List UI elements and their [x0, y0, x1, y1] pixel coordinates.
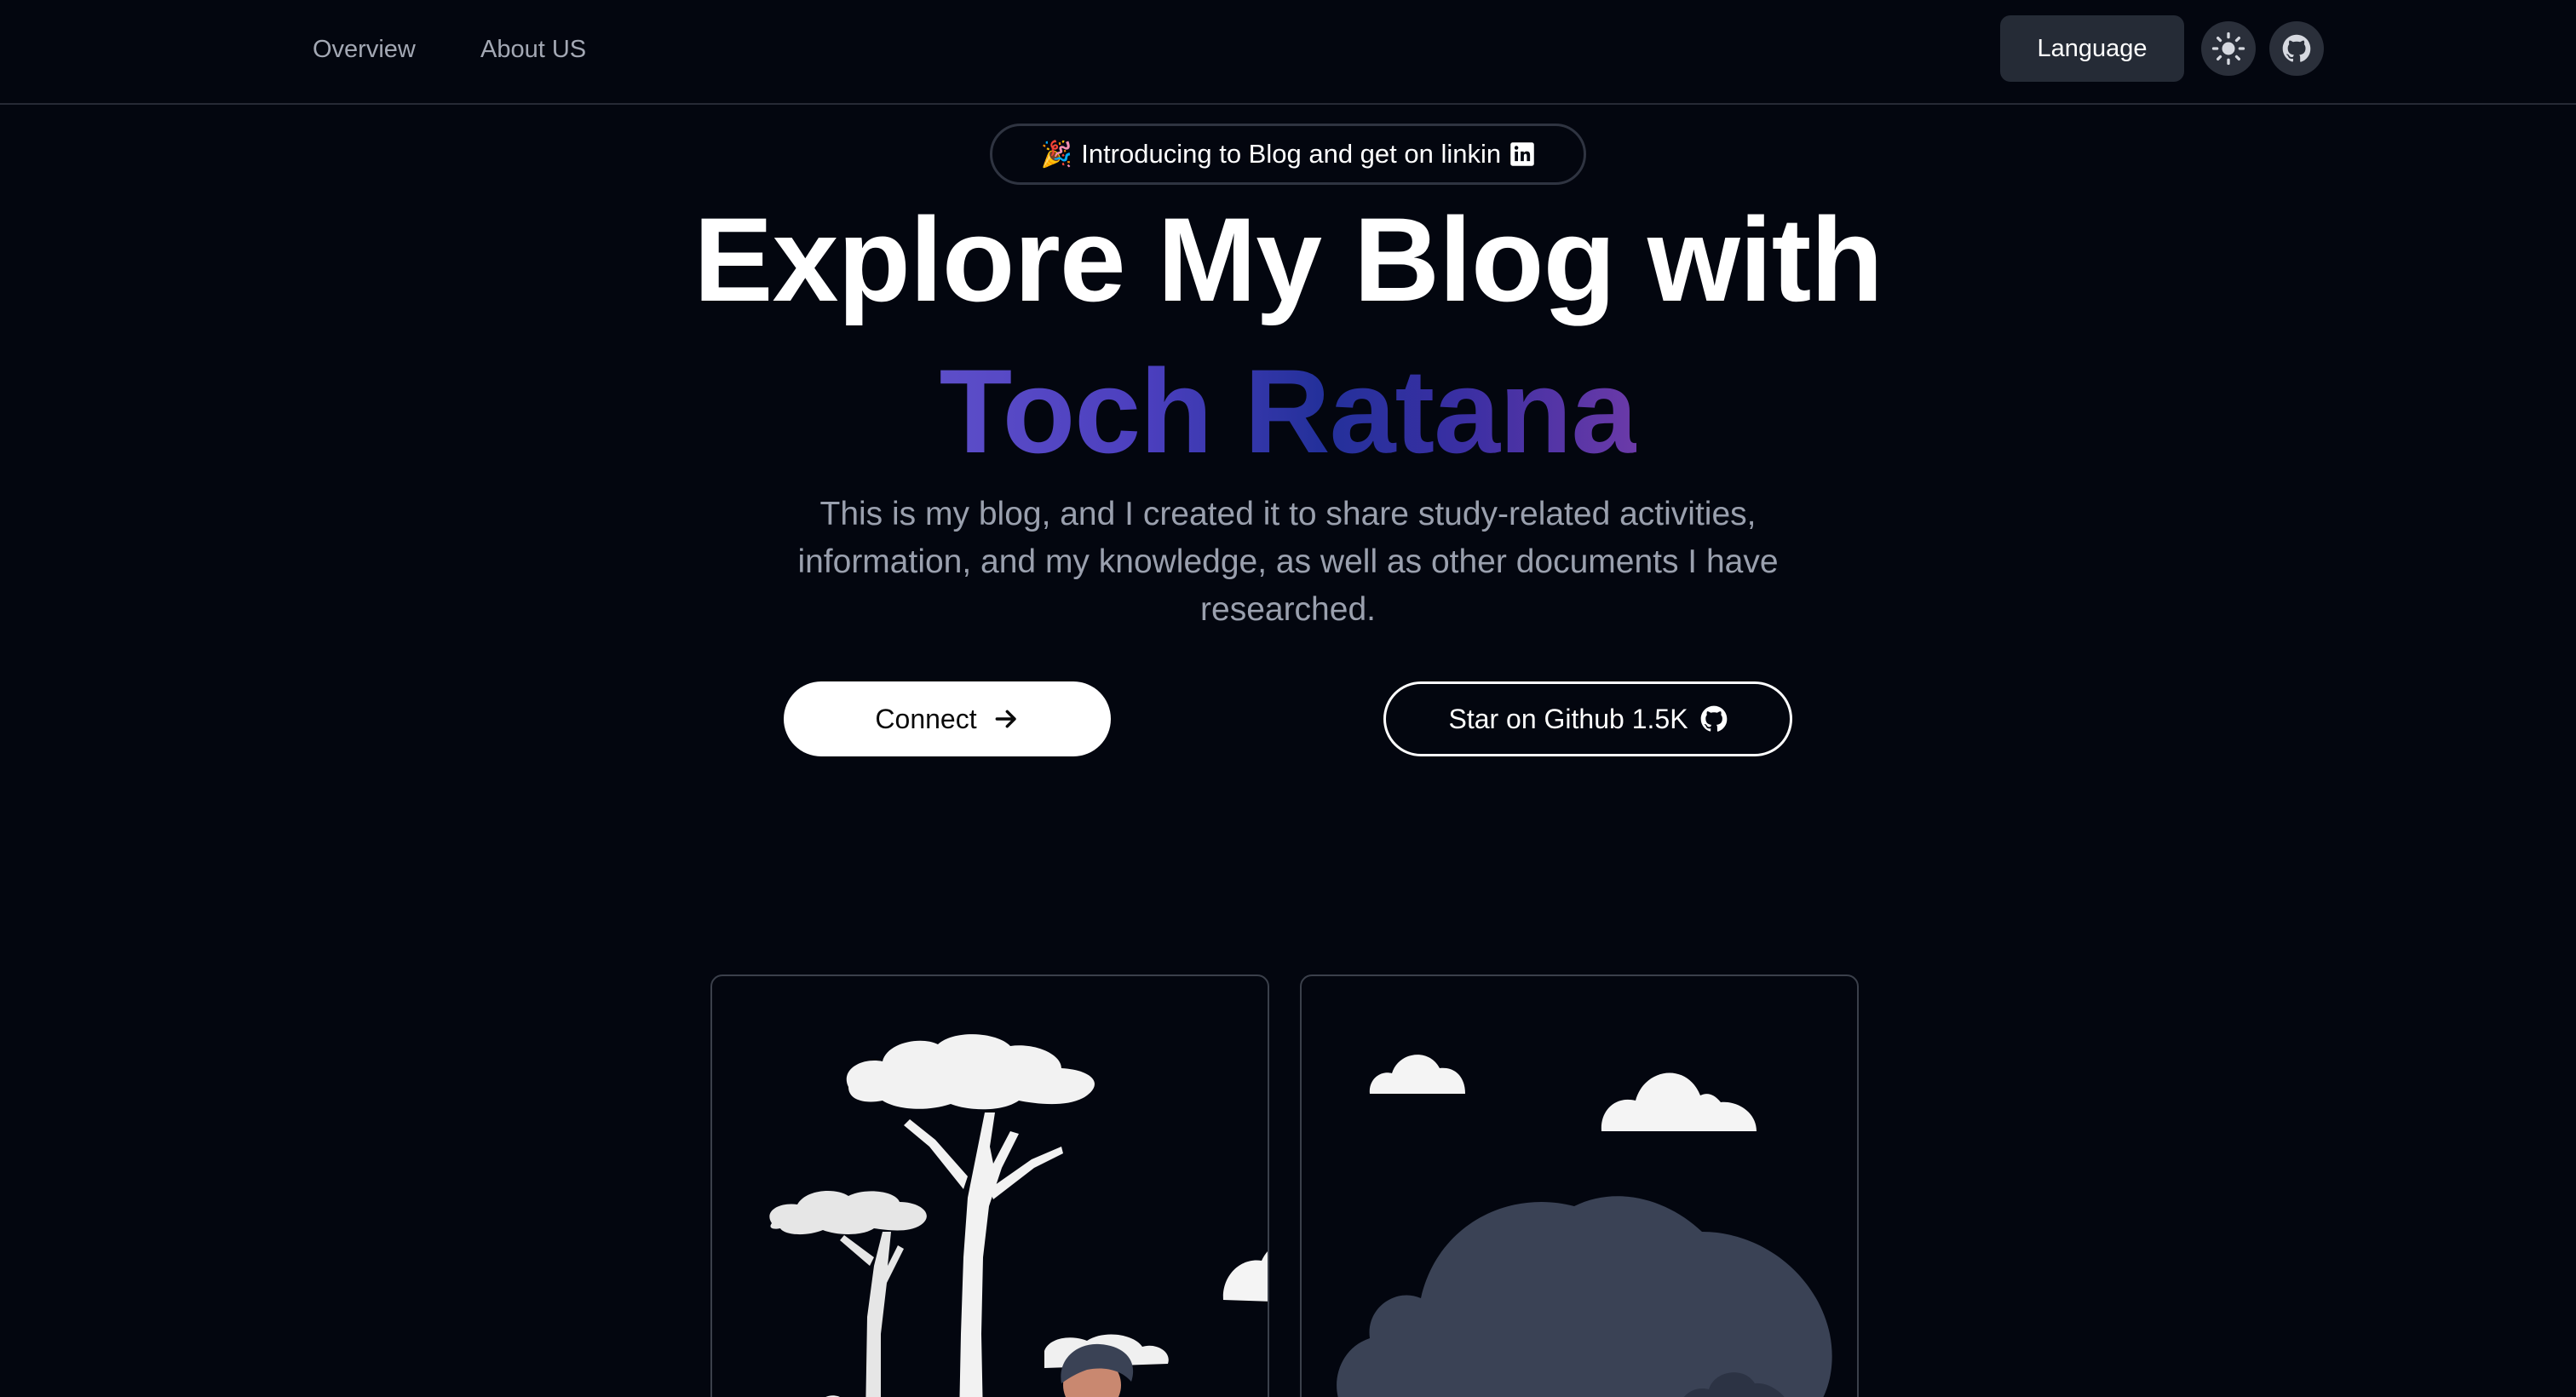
github-link-button[interactable]	[2269, 21, 2324, 76]
language-button[interactable]: Language	[2000, 15, 2184, 82]
theme-toggle-button[interactable]	[2201, 21, 2256, 76]
github-icon	[2282, 34, 2311, 62]
trees-illustration	[769, 1034, 1268, 1397]
connect-button-label: Connect	[875, 703, 977, 734]
illustration-card-clouds	[1300, 974, 1859, 1397]
tree-small	[769, 1191, 927, 1397]
star-button-label: Star on Github 1.5K	[1448, 703, 1688, 734]
hero-description: This is my blog, and I created it to sha…	[797, 496, 1779, 628]
star-on-github-button[interactable]: Star on Github 1.5K	[1383, 681, 1792, 756]
page: Overview About US Language 🎉 Introducing…	[0, 0, 2576, 1397]
hero-name-gradient-text: Toch Ratana	[939, 344, 1638, 478]
illustration-card-trees	[710, 974, 1269, 1397]
sun-icon	[2211, 32, 2245, 66]
cloud-dark-large	[1337, 1196, 1832, 1397]
hero-title-name: Toch Ratana	[0, 348, 2576, 475]
tree-canopy	[846, 1034, 1095, 1397]
nav-link-overview[interactable]: Overview	[313, 32, 416, 66]
cloud-white-large	[1601, 1072, 1757, 1131]
linkedin-icon	[1510, 142, 1534, 166]
announcement-badge[interactable]: 🎉 Introducing to Blog and get on linkin	[990, 124, 1586, 185]
party-emoji: 🎉	[1040, 140, 1073, 169]
hero-title: Explore My Blog with	[693, 193, 1883, 326]
announcement-text: Introducing to Blog and get on linkin	[1081, 139, 1502, 169]
cloud	[1222, 1251, 1268, 1302]
person-figure	[1044, 1334, 1169, 1397]
cloud-dark-small	[1683, 1372, 1785, 1397]
cloud-white-small	[1369, 1055, 1465, 1094]
connect-button[interactable]: Connect	[784, 681, 1111, 756]
clouds-illustration	[1337, 1055, 1832, 1397]
arrow-right-icon	[995, 710, 1016, 728]
top-navbar: Overview About US Language	[0, 0, 2576, 105]
github-icon	[1700, 705, 1727, 732]
nav-link-about-us[interactable]: About US	[480, 32, 586, 66]
